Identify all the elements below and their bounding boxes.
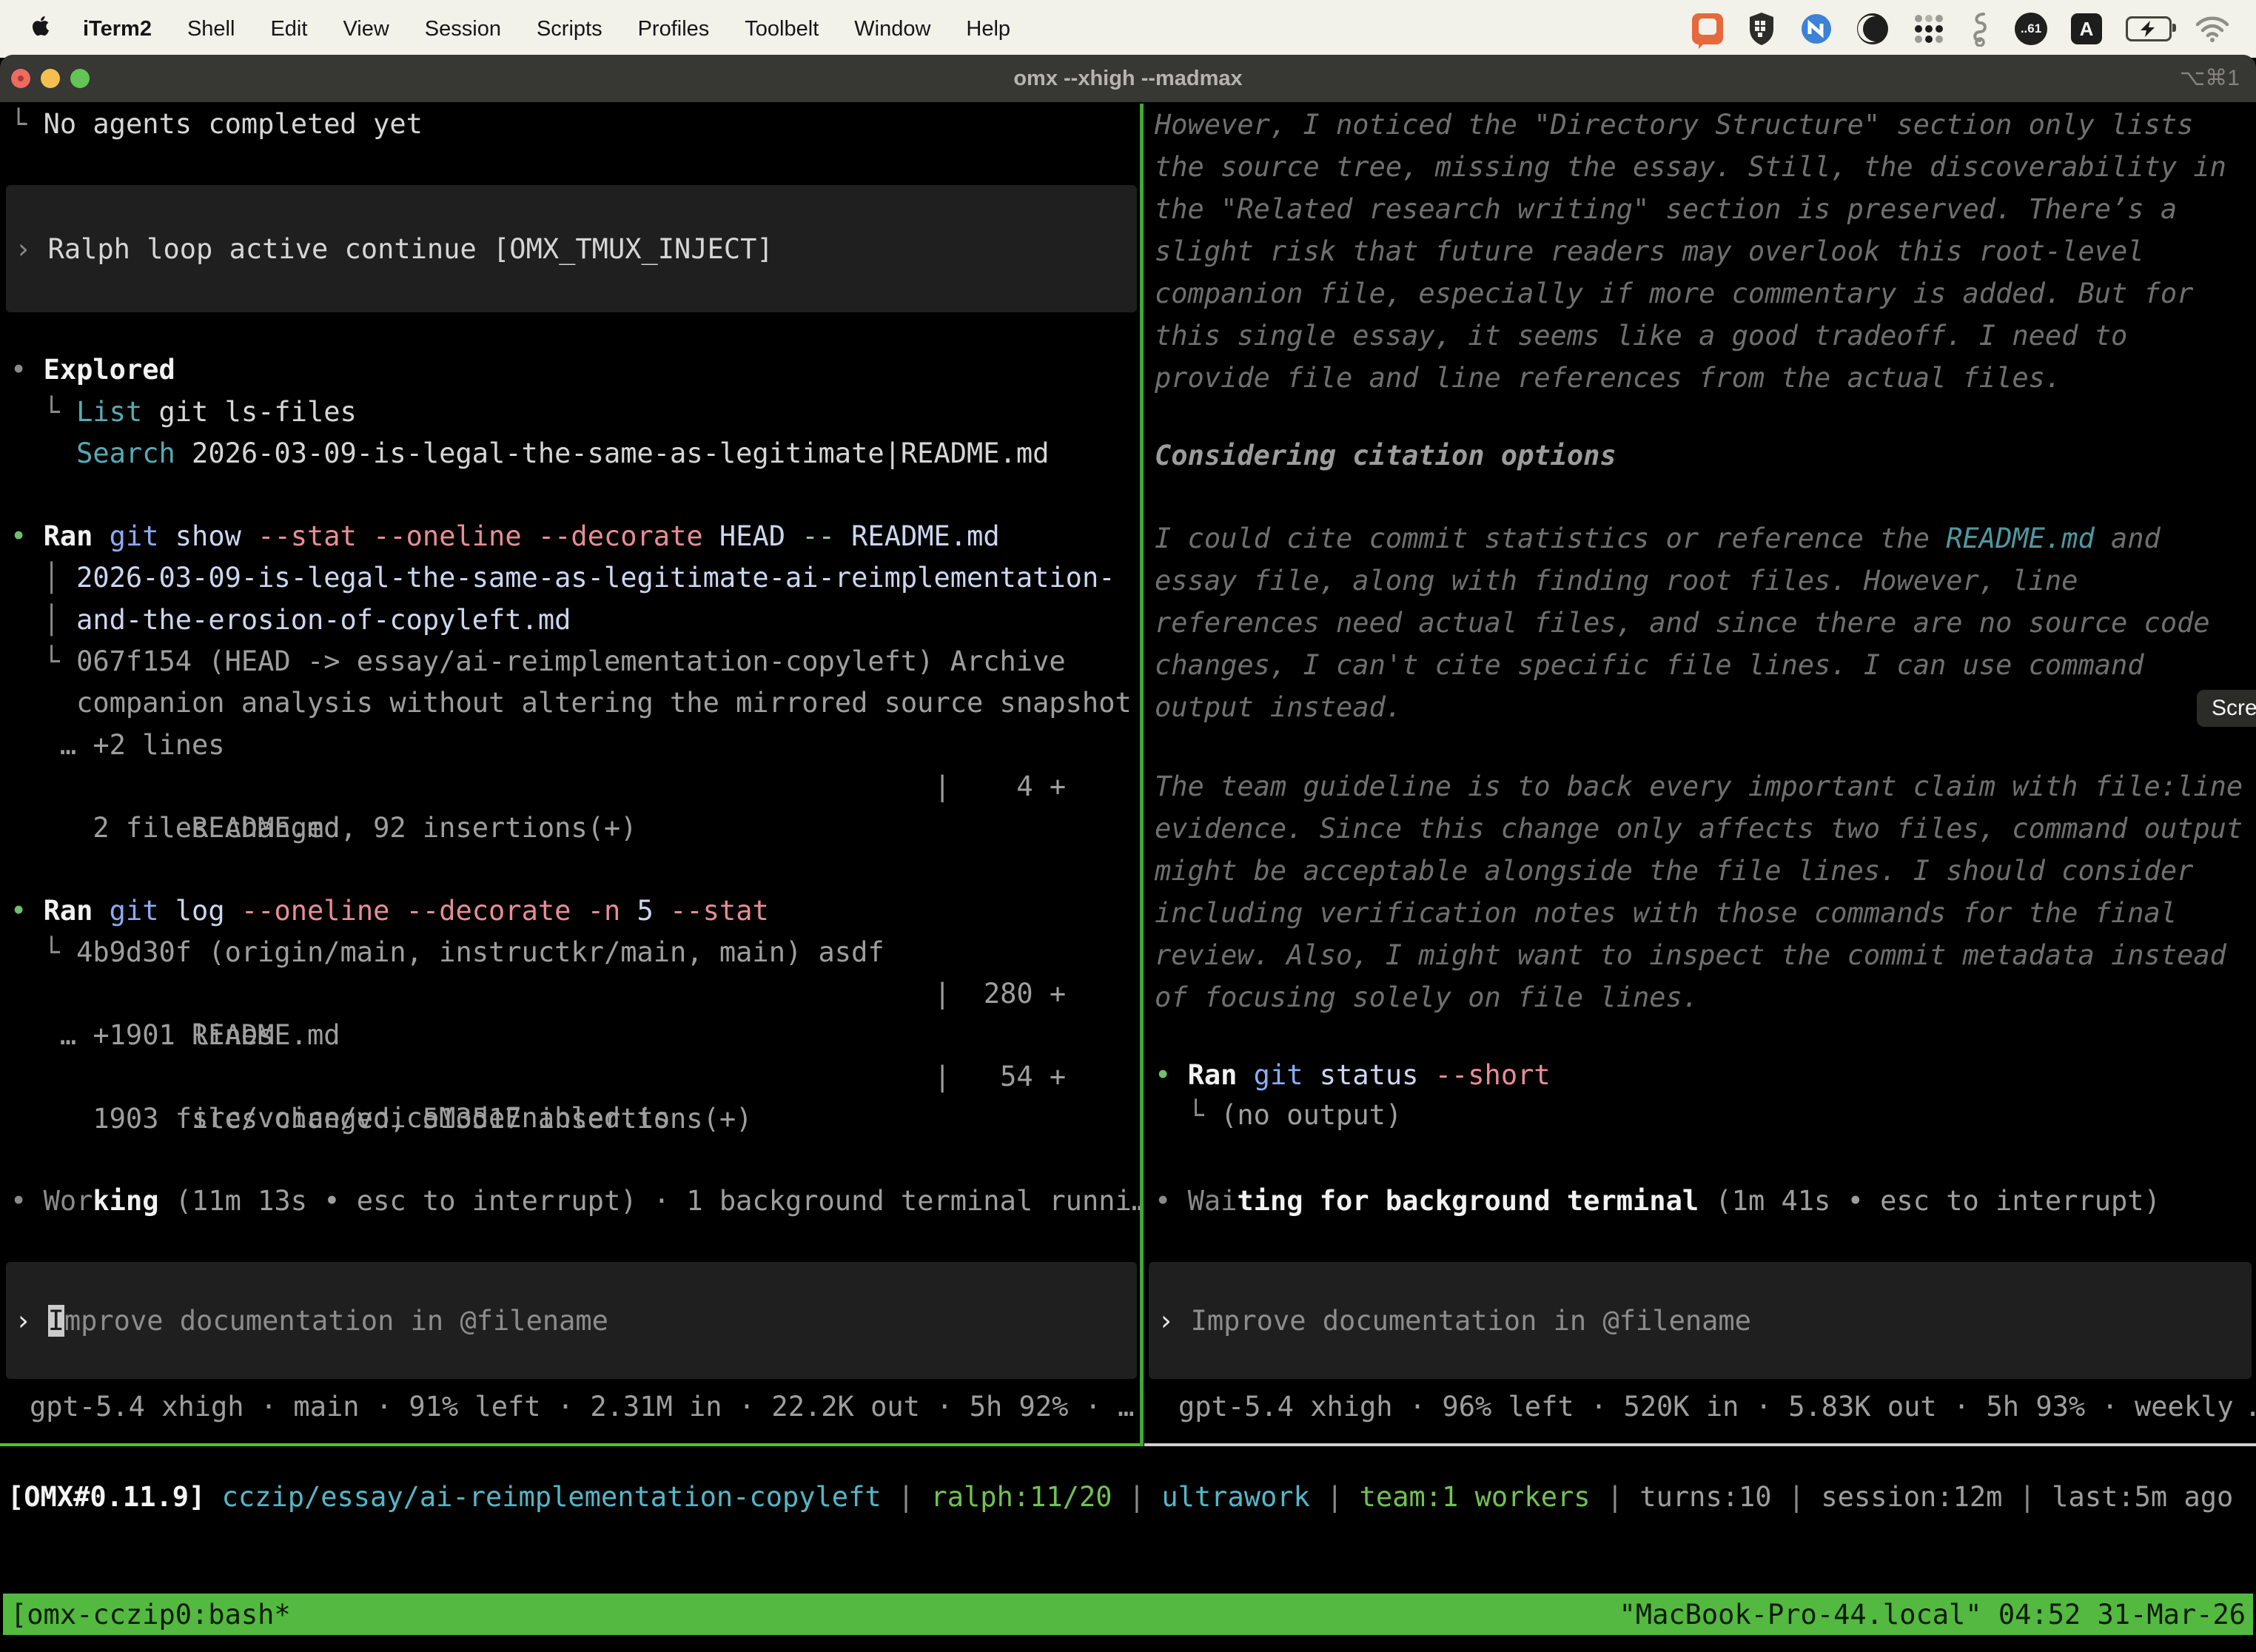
menu-item-help[interactable]: Help xyxy=(948,17,1028,41)
speed-badge-icon[interactable] xyxy=(1800,13,1833,45)
waiting-status-line: • Waiting for background terminal (1m 41… xyxy=(1155,1181,2256,1222)
show-stat-row: README.md | 4 + xyxy=(10,766,1140,807)
menu-status-icons: ..61 A xyxy=(1692,11,2256,47)
show-files-changed: 2 files changed, 92 insertions(+) xyxy=(10,807,1140,849)
screen: { "menubar": { "items": ["iTerm2","Shell… xyxy=(0,0,2256,1652)
explored-header: • Explored xyxy=(10,349,1140,391)
wifi-icon[interactable] xyxy=(2195,16,2229,42)
thinking-paragraph-1: However, I noticed the "Directory Struct… xyxy=(1155,104,2226,399)
explored-list-line: └ List git ls-files xyxy=(10,392,1140,433)
show-stat-count: | 4 + xyxy=(934,766,1066,807)
chat-app-icon[interactable] xyxy=(1692,13,1723,44)
shield-grid-icon[interactable] xyxy=(1747,12,1776,46)
crescent-app-icon[interactable] xyxy=(1856,13,1889,45)
show-filename-line1: │ 2026-03-09-is-legal-the-same-as-legiti… xyxy=(10,557,1140,599)
cmd-git-log: • Ran git log --oneline --decorate -n 5 … xyxy=(10,890,1140,932)
window-title-bar[interactable]: omx --xhigh --madmax ⌥⌘1 xyxy=(0,55,2256,102)
show-more-lines: … +2 lines xyxy=(10,725,1140,766)
menu-left: iTerm2 Shell Edit View Session Scripts P… xyxy=(0,15,1028,43)
tmux-session-label: [omx-cczip0:bash* xyxy=(10,1599,291,1631)
keyboard-layout-icon[interactable]: A xyxy=(2071,13,2102,44)
hook-icon[interactable] xyxy=(1969,11,1991,47)
prompt-input-left-text: › Improve documentation in @filename xyxy=(6,1305,608,1337)
explored-search-line: Search 2026-03-09-is-legal-the-same-as-l… xyxy=(10,433,1140,474)
apple-icon xyxy=(31,15,50,37)
log-commit-line: └ 4b9d30f (origin/main, instructkr/main,… xyxy=(10,932,1140,973)
ralph-loop-text: › Ralph loop active continue [OMX_TMUX_I… xyxy=(6,233,773,265)
working-status-line: • Working (11m 13s • esc to interrupt) ·… xyxy=(10,1181,1140,1222)
show-commit-line: └ 067f154 (HEAD -> essay/ai-reimplementa… xyxy=(10,641,1140,682)
left-pane-border xyxy=(0,1443,1140,1446)
git-status-no-output: └ (no output) xyxy=(1155,1095,2256,1136)
menu-item-iterm2[interactable]: iTerm2 xyxy=(65,17,169,41)
log-files-changed: 1903 files changed, 513517 insertions(+) xyxy=(10,1098,1140,1140)
menu-item-edit[interactable]: Edit xyxy=(252,17,325,41)
tmux-pane-left[interactable]: └ No agents completed yet › Ralph loop a… xyxy=(0,104,1140,1443)
pane-divider[interactable] xyxy=(1140,104,1144,1446)
window-title: omx --xhigh --madmax xyxy=(0,55,2256,102)
window-shortcut-badge: ⌥⌘1 xyxy=(2180,55,2240,102)
menu-item-scripts[interactable]: Scripts xyxy=(519,17,620,41)
log-stat1-count: | 280 + xyxy=(934,973,1066,1015)
tmux-status-bar: [omx-cczip0:bash* "MacBook-Pro-44.local"… xyxy=(3,1594,2253,1635)
log-stat-row-1: README.md | 280 + xyxy=(10,973,1140,1015)
menu-item-session[interactable]: Session xyxy=(407,17,519,41)
battery-perctimer-badge[interactable]: ..61 xyxy=(2015,13,2047,45)
ralph-loop-banner: › Ralph loop active continue [OMX_TMUX_I… xyxy=(6,185,1137,312)
log-stat-row-2: src/voice/voiceModeEnabled.ts | 54 + xyxy=(10,1056,1140,1098)
menu-item-view[interactable]: View xyxy=(325,17,406,41)
show-commit-msg-line: companion analysis without altering the … xyxy=(10,682,1140,724)
dots-grid-icon[interactable] xyxy=(1913,13,1945,45)
screen-tooltip: Scre xyxy=(2197,690,2256,727)
menu-item-toolbelt[interactable]: Toolbelt xyxy=(727,17,836,41)
cmd-git-status: • Ran git status --short xyxy=(1155,1055,2256,1096)
tmux-host-clock: "MacBook-Pro-44.local" 04:52 31-Mar-26 xyxy=(1619,1599,2246,1631)
show-filename-line2: │ and-the-erosion-of-copyleft.md xyxy=(10,600,1140,641)
thinking-paragraph-3: The team guideline is to back every impo… xyxy=(1155,765,2243,1018)
left-line-no-agents: └ No agents completed yet xyxy=(10,104,1140,145)
prompt-input-left[interactable]: › Improve documentation in @filename xyxy=(6,1262,1137,1379)
thinking-heading: Considering citation options xyxy=(1155,434,1617,477)
para2-before: I could cite commit statistics or refere… xyxy=(1155,523,1946,554)
menu-item-shell[interactable]: Shell xyxy=(169,17,253,41)
tmux-pane-right[interactable]: However, I noticed the "Directory Struct… xyxy=(1144,104,2256,1443)
log-more-lines: … +1901 lines xyxy=(10,1015,1140,1056)
prompt-input-right[interactable]: › Improve documentation in @filename xyxy=(1149,1262,2252,1379)
cmd-git-show: • Ran git show --stat --oneline --decora… xyxy=(10,516,1140,557)
iterm2-window: omx --xhigh --madmax ⌥⌘1 └ No agents com… xyxy=(0,55,2256,1646)
prompt-input-right-text: › Improve documentation in @filename xyxy=(1149,1305,1751,1337)
para2-readme-link: README.md xyxy=(1946,523,2094,554)
battery-icon[interactable] xyxy=(2126,16,2172,41)
menu-item-window[interactable]: Window xyxy=(836,17,948,41)
model-status-left: gpt-5.4 xhigh · main · 91% left · 2.31M … xyxy=(30,1386,1140,1428)
menu-item-profiles[interactable]: Profiles xyxy=(620,17,728,41)
model-status-right: gpt-5.4 xhigh · 96% left · 520K in · 5.8… xyxy=(1178,1386,2256,1428)
log-stat2-count: | 54 + xyxy=(934,1056,1066,1098)
macos-menu-bar: iTerm2 Shell Edit View Session Scripts P… xyxy=(0,0,2256,58)
apple-menu[interactable] xyxy=(27,15,65,43)
omx-status-line: [OMX#0.11.9] cczip/essay/ai-reimplementa… xyxy=(7,1477,2233,1518)
thinking-paragraph-2: I could cite commit statistics or refere… xyxy=(1155,517,2210,728)
right-pane-border xyxy=(1144,1443,2256,1446)
